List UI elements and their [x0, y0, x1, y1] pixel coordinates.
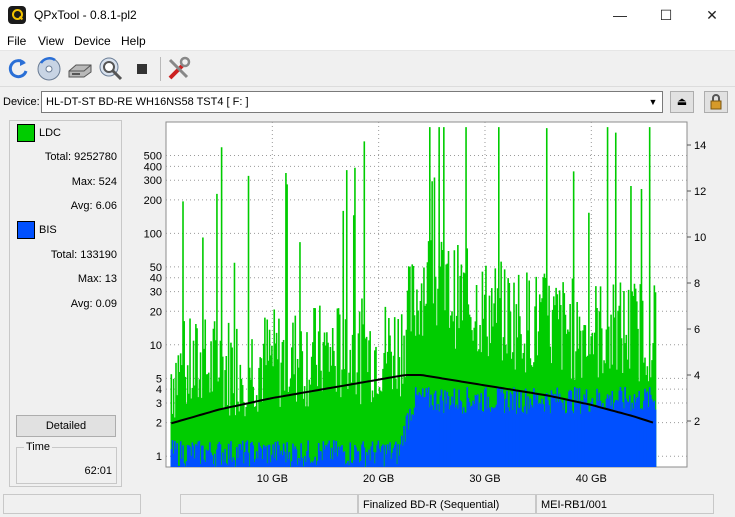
- tools-icon[interactable]: [165, 55, 193, 83]
- y-left-tick-label: 50: [150, 262, 162, 274]
- ldc-total: Total: 9252780: [44, 151, 117, 163]
- toolbar: [0, 51, 735, 87]
- y-left-tick-label: 5: [156, 373, 162, 385]
- lock-icon: [710, 94, 722, 110]
- y-left-tick-label: 200: [144, 195, 162, 207]
- bis-max: Max: 13: [77, 273, 117, 285]
- menu-help[interactable]: Help: [121, 34, 146, 48]
- y-left-tick-label: 300: [144, 175, 162, 187]
- y-left-tick-label: 4: [156, 384, 162, 396]
- y-right-tick-label: 6: [694, 324, 700, 336]
- minimize-button[interactable]: —: [597, 0, 643, 31]
- x-tick-label: 20 GB: [363, 473, 394, 485]
- scan-icon[interactable]: [97, 55, 125, 83]
- toolbar-separator: [160, 57, 161, 81]
- eject-icon: ⏏: [676, 96, 688, 108]
- stats-panel: LDC Total: 9252780 Max: 524 Avg: 6.06 BI…: [9, 120, 122, 487]
- y-left-tick-label: 2: [156, 418, 162, 430]
- bis-color-swatch: [17, 221, 35, 239]
- time-group: Time 62:01: [16, 441, 117, 484]
- device-label: Device:: [3, 96, 40, 108]
- status-disc-type: Finalized BD-R (Sequential): [358, 494, 536, 514]
- refresh-icon[interactable]: [4, 55, 32, 83]
- menu-device[interactable]: Device: [74, 34, 111, 48]
- bis-avg: Avg: 0.09: [70, 298, 117, 310]
- close-button[interactable]: ✕: [689, 0, 735, 31]
- y-right-tick-label: 10: [694, 232, 706, 244]
- y-left-tick-label: 100: [144, 228, 162, 240]
- stop-icon[interactable]: [128, 55, 156, 83]
- time-value: 62:01: [84, 465, 112, 477]
- lock-button[interactable]: [704, 91, 728, 113]
- device-bar: Device: HL-DT-ST BD-RE WH16NS58 TST4 [ F…: [0, 88, 735, 116]
- eject-button[interactable]: ⏏: [670, 91, 694, 113]
- quality-chart: 10 GB 20 GB 30 GB 40 GB12345102030405010020…: [144, 121, 706, 485]
- y-right-tick-label: 8: [694, 278, 700, 290]
- title-bar: QPxTool - 0.8.1-pl2 — ☐ ✕: [0, 0, 735, 31]
- status-cell-1: [3, 494, 141, 514]
- status-bar: Finalized BD-R (Sequential) MEI-RB1/001: [0, 492, 735, 517]
- y-left-tick-label: 500: [144, 151, 162, 163]
- menu-view[interactable]: View: [38, 34, 64, 48]
- y-right-tick-label: 14: [694, 140, 706, 152]
- chart-area: 10 GB 20 GB 30 GB 40 GB 1 2 3 4 5 10 20 30 40 50 100 20…: [124, 118, 734, 488]
- bis-total: Total: 133190: [50, 249, 117, 261]
- y-left-tick-label: 30: [150, 287, 162, 299]
- window-title: QPxTool - 0.8.1-pl2: [34, 8, 137, 22]
- ldc-color-swatch: [17, 124, 35, 142]
- ldc-max: Max: 524: [71, 176, 117, 188]
- detailed-button[interactable]: Detailed: [16, 415, 116, 437]
- status-cell-2: [180, 494, 358, 514]
- menu-file[interactable]: File: [7, 34, 26, 48]
- y-right-tick-label: 12: [694, 186, 706, 198]
- y-left-tick-label: 400: [144, 161, 162, 173]
- y-left-tick-label: 40: [150, 273, 162, 285]
- device-icon[interactable]: [66, 55, 94, 83]
- maximize-button[interactable]: ☐: [643, 0, 689, 31]
- disc-info-icon[interactable]: [35, 55, 63, 83]
- x-tick-label: 40 GB: [576, 473, 607, 485]
- bis-legend-label: BIS: [39, 224, 57, 236]
- y-right-tick-label: 4: [694, 370, 700, 382]
- app-logo-icon: [8, 6, 26, 24]
- x-tick-label: 30 GB: [469, 473, 500, 485]
- y-left-tick-label: 3: [156, 398, 162, 410]
- y-right-tick-label: 2: [694, 416, 700, 428]
- y-left-tick-label: 20: [150, 306, 162, 318]
- device-select[interactable]: HL-DT-ST BD-RE WH16NS58 TST4 [ F: ] ▼: [41, 91, 663, 113]
- device-select-value: HL-DT-ST BD-RE WH16NS58 TST4 [ F: ]: [46, 96, 249, 108]
- y-left-tick-label: 1: [156, 451, 162, 463]
- status-media-id: MEI-RB1/001: [536, 494, 714, 514]
- x-tick-label: 10 GB: [257, 473, 288, 485]
- y-left-tick-label: 10: [150, 340, 162, 352]
- menu-bar: File View Device Help: [0, 31, 735, 51]
- ldc-avg: Avg: 6.06: [70, 200, 117, 212]
- ldc-legend-label: LDC: [39, 127, 62, 139]
- time-label: Time: [24, 441, 53, 453]
- chevron-down-icon[interactable]: ▼: [645, 93, 661, 111]
